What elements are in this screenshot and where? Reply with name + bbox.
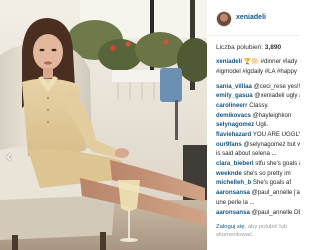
comment-text: @hayleighkon: [250, 111, 292, 119]
login-prompt-rest: , aby polubić lub: [244, 224, 288, 230]
comment-text: She's goals af: [251, 179, 292, 187]
post-author-username[interactable]: xeniadeli: [236, 14, 266, 21]
login-link[interactable]: Zaloguj się: [216, 224, 245, 230]
comment-item: aaronsansa @paul_annelle j'a: [216, 189, 300, 197]
comment-item: is said about selena ...: [216, 150, 300, 158]
comment-text: she's so pretty im: [241, 169, 291, 177]
comment-username[interactable]: aaronsansa: [216, 189, 250, 196]
comment-text: @xeniadeli ugly a: [252, 92, 300, 100]
comment-text: #igmodel #igdaily #LA #happy: [216, 67, 297, 75]
comment-username[interactable]: flaviehazard: [216, 131, 251, 138]
comment-username[interactable]: weeknde: [216, 170, 242, 177]
comment-username[interactable]: our9fans: [216, 141, 242, 148]
comment-username[interactable]: selynagomez: [216, 121, 254, 128]
comment-text: @paul_annelle j'a: [249, 189, 300, 197]
comment-username[interactable]: demikovacs: [216, 112, 251, 119]
comment-item: weeknde she's so pretty im: [216, 170, 300, 178]
avatar[interactable]: [216, 11, 232, 27]
comment-item: selynagomez Ugli.: [216, 121, 300, 129]
comment-username[interactable]: sania_villlaa: [216, 83, 252, 90]
post-header: xeniadeli: [207, 0, 300, 36]
comment-username[interactable]: carolineerr: [216, 102, 248, 109]
comment-text: une perle la ...: [216, 198, 255, 206]
comment-item: emily_gasua @xeniadeli ugly a: [216, 92, 300, 100]
previous-photo-arrow-icon[interactable]: ‹: [2, 148, 16, 166]
likes-count-row: Liczba polubień: 3,890: [216, 44, 298, 51]
photo-illustration: [0, 0, 207, 250]
comment-username[interactable]: aaronsansa: [216, 209, 250, 216]
comment-text: @ceci_rese yes!!: [251, 82, 300, 90]
comment-item: clara_bieberl stfu she's goals a: [216, 160, 300, 168]
comment-item: sania_villlaa @ceci_rese yes!!: [216, 83, 300, 91]
comments-list: xeniadeli 🏆🔆 #dinner #lady #igmodel #igda…: [216, 58, 300, 224]
comment-item: aaronsansa @paul_annelle DE: [216, 209, 300, 217]
login-prompt: Zaloguj się, aby polubić lub skomentować…: [216, 224, 300, 239]
comment-username[interactable]: emily_gasua: [216, 92, 253, 99]
post-sidebar: xeniadeli Liczba polubień: 3,890 xeniade…: [207, 0, 300, 250]
comment-username[interactable]: michelleh_b: [216, 179, 251, 186]
likes-count: 3,890: [264, 44, 282, 51]
comment-text: YOU ARE UGGLY: [251, 131, 300, 138]
comment-item: flaviehazard YOU ARE UGGLY: [216, 131, 300, 139]
comment-item: #igmodel #igdaily #LA #happy: [216, 68, 300, 76]
comment-username[interactable]: xeniadeli: [216, 58, 242, 65]
comment-text: 🏆🔆 #dinner #lady: [242, 58, 298, 65]
comment-text: Ugli.: [254, 121, 269, 129]
comment-item: our9fans @selynagomez but wh: [216, 141, 300, 149]
comment-item: carolineerr Classy.: [216, 102, 300, 110]
comment-text: @selynagomez but wh: [241, 140, 300, 148]
instagram-post-view: ‹ xeniadeli Liczba polubień: 3,890 xenia…: [0, 0, 300, 250]
comment-text: @paul_annelle DE: [249, 208, 300, 216]
comment-item: [216, 77, 300, 80]
comment-item: demikovacs @hayleighkon: [216, 112, 300, 120]
post-photo: ‹: [0, 0, 207, 250]
likes-label: Liczba polubień:: [216, 44, 263, 51]
comment-text: is said about selena ...: [216, 150, 277, 158]
comment-item: michelleh_b She's goals af: [216, 179, 300, 187]
comment-item: une perle la ...: [216, 199, 300, 207]
comment-text: Classy.: [247, 101, 269, 109]
comment-text: stfu she's goals a: [253, 160, 300, 168]
comment-username[interactable]: clara_bieberl: [216, 160, 254, 167]
login-prompt-line2: skomentować.: [216, 231, 254, 238]
comment-item: xeniadeli 🏆🔆 #dinner #lady: [216, 58, 300, 66]
